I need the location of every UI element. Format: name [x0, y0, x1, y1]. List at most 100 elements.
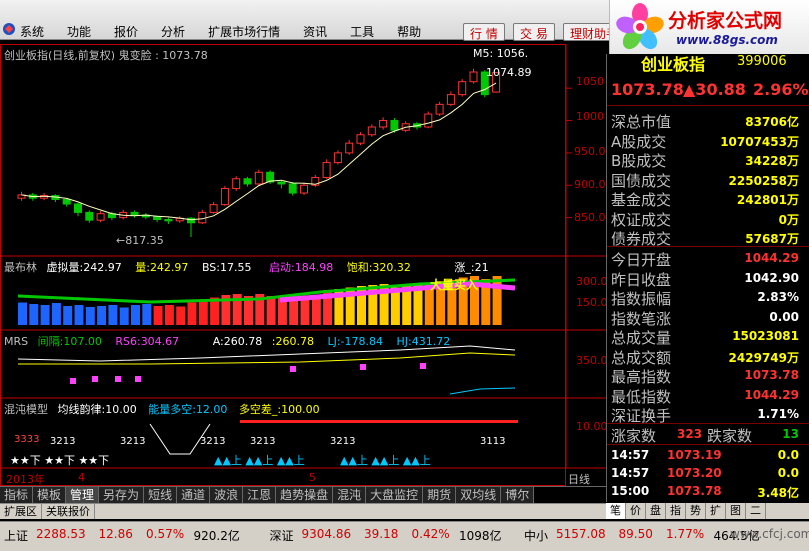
right-tab[interactable]: 指: [666, 503, 686, 519]
menu-tools[interactable]: 工具: [350, 23, 374, 40]
volume-bar: [85, 307, 95, 325]
candle-body: [288, 183, 297, 194]
indicator-tab[interactable]: 期货: [423, 487, 457, 504]
candle-body: [254, 171, 263, 185]
stat-value: 2250258万: [728, 173, 799, 188]
period-label[interactable]: 日线: [568, 471, 590, 487]
right-tab[interactable]: 价: [626, 503, 646, 519]
sub2-value: 304.67: [140, 335, 180, 348]
indicator-tab[interactable]: 博尔: [501, 487, 535, 504]
right-tab[interactable]: 盘: [646, 503, 666, 519]
tick-row: 15:00 1073.78 3.48亿: [607, 481, 809, 500]
tab-extension-area[interactable]: 扩展区: [0, 504, 42, 519]
volume-bar: [131, 305, 140, 325]
stat-value: 1044.29: [744, 387, 799, 402]
candle-body: [435, 103, 444, 115]
indicator-tab[interactable]: 管理: [66, 487, 100, 504]
sub3-label: 多空差_:: [238, 403, 282, 416]
menu-system[interactable]: 系统: [20, 23, 44, 40]
indicator-tab[interactable]: 双均线: [456, 487, 502, 504]
chart-area[interactable]: 创业板指(日线,前复权) 鬼变脸 : 1073.78 M5: 1056. 107…: [0, 44, 608, 488]
menu-analysis[interactable]: 分析: [161, 23, 185, 40]
sub2-value: 107.00: [63, 335, 102, 348]
stat-value: 15023081: [732, 329, 799, 343]
main-menu: 系统 功能 报价 分析 扩展市场行情 资讯 工具 帮助: [20, 23, 444, 40]
volume-bar: [300, 297, 310, 325]
sub2-marker: [290, 366, 296, 372]
candle-body: [164, 219, 173, 222]
menu-function[interactable]: 功能: [67, 23, 91, 40]
trade-button[interactable]: 交 易: [513, 23, 555, 41]
y-tick: 1000: [576, 110, 604, 123]
extension-tabs: 扩展区 关联报价: [0, 503, 606, 519]
indicator-tab[interactable]: 波浪: [210, 487, 244, 504]
stat-row: 债券成交 57687万: [607, 227, 809, 248]
right-tab[interactable]: 笔: [606, 503, 626, 519]
up-marks: ▲▲上 ▲▲上 ▲▲上: [340, 454, 431, 467]
volume-bar: [108, 305, 118, 325]
tick-time: 14:57: [611, 448, 650, 462]
sub2-name: MRS: [4, 335, 29, 348]
candle-body: [345, 142, 354, 154]
index-price: 1073.78: [611, 80, 684, 99]
indicator-tab[interactable]: 趋势操盘: [276, 487, 334, 504]
volume-bar: [153, 306, 163, 325]
volume-bar: [74, 305, 84, 325]
candle-body: [74, 203, 82, 213]
menu-help[interactable]: 帮助: [397, 23, 421, 40]
indicator-tab[interactable]: 通道: [177, 487, 211, 504]
sub1-label: 量:: [135, 261, 150, 274]
volume-bar: [164, 305, 174, 325]
menu-quote[interactable]: 报价: [114, 23, 138, 40]
candle-body: [130, 211, 139, 216]
candle-body: [379, 120, 388, 128]
tab-linked-quotes[interactable]: 关联报价: [42, 504, 95, 519]
indicator-tab[interactable]: 大盘监控: [366, 487, 424, 504]
menu-extended-market[interactable]: 扩展市场行情: [208, 23, 280, 40]
right-panel-tabs: 笔价盘指势扩图二: [606, 503, 809, 519]
sub1-value: 242.97: [149, 261, 189, 274]
candle-body: [469, 71, 478, 83]
stat-value: 1.71%: [757, 407, 799, 421]
x-tick: 4: [78, 471, 85, 484]
status-item: 1098亿: [459, 529, 502, 543]
sub1-note: 大量买入: [430, 278, 479, 292]
right-tab[interactable]: 势: [686, 503, 706, 519]
right-tab[interactable]: 图: [726, 503, 746, 519]
stat-row: B股成交 34228万: [607, 149, 809, 170]
indicator-tab[interactable]: 短线: [144, 487, 178, 504]
sub3-value: 100.00: [281, 403, 320, 416]
ma-line: [21, 82, 497, 221]
signal-num: 3333: [14, 434, 40, 445]
stat-row: 总成交量 15023081: [607, 326, 809, 347]
candle-body: [322, 162, 331, 178]
right-tab[interactable]: 二: [746, 503, 766, 519]
volume-bar: [187, 302, 197, 325]
volume-bar: [176, 306, 186, 325]
indicator-tab[interactable]: 混沌: [333, 487, 367, 504]
indicator-tab[interactable]: 指标: [0, 487, 34, 504]
menu-news[interactable]: 资讯: [303, 23, 327, 40]
tick-price: 1073.20: [667, 466, 722, 480]
candle-body: [232, 178, 241, 189]
sub1-y-tick: 150.0: [576, 296, 608, 309]
indicator-tab[interactable]: 另存为: [99, 487, 145, 504]
right-tab[interactable]: 扩: [706, 503, 726, 519]
sub2-value: 431.72: [411, 335, 451, 348]
site-logo: 分析家公式网 www.88gs.com: [609, 0, 809, 54]
indicator-tab[interactable]: 江恩: [243, 487, 277, 504]
candle-body: [85, 211, 94, 221]
sub2-label: 间隔:: [37, 335, 64, 348]
sub1-value: 184.98: [294, 261, 334, 274]
market-button[interactable]: 行 情: [463, 23, 505, 41]
quote-header: 创业板指 399006: [607, 54, 809, 74]
ma-label: M5: 1056.: [473, 47, 529, 60]
volume-bar: [142, 304, 152, 325]
status-item: 89.50: [618, 527, 653, 541]
tick-row: 14:57 1073.19 0.0: [607, 445, 809, 464]
sub1-label: BS:: [201, 261, 220, 274]
status-bar: 上证 2288.53 12.86 0.57% 920.2亿 深证 9304.86 39.18 0…: [0, 521, 809, 551]
indicator-tab[interactable]: 模板: [33, 487, 67, 504]
sub3-label: 能量多空:: [148, 403, 196, 416]
stat-row: 深总市值 83706亿: [607, 110, 809, 131]
